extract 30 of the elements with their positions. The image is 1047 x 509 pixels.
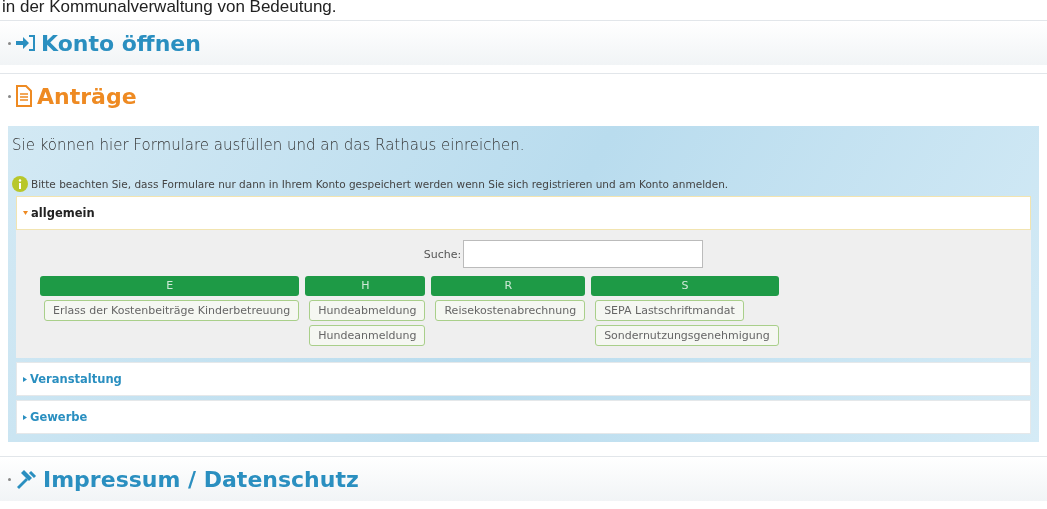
form-button[interactable]: Erlass der Kostenbeiträge Kinderbetreuung	[44, 300, 300, 321]
gavel-icon	[15, 468, 39, 490]
letter-header: E	[40, 276, 300, 296]
info-icon	[12, 176, 28, 192]
category-header[interactable]: Veranstaltung	[16, 362, 1031, 396]
notice-text: Bitte beachten Sie, dass Formulare nur dann in Ihrem Konto gespeichert werden wenn Sie sich registrieren und am Konto anmelden.	[31, 178, 729, 190]
search-field[interactable]	[463, 240, 704, 268]
section-header[interactable]: Konto öffnen	[0, 20, 1047, 65]
letter-header: R	[431, 276, 586, 296]
letter-header: H	[305, 276, 426, 296]
category-header[interactable]: Gewerbe	[16, 400, 1031, 434]
section-header[interactable]: Impressum / Datenschutz	[0, 456, 1047, 501]
bullet-icon	[8, 41, 11, 45]
search-label: Suche:	[423, 247, 462, 261]
intro-text: Sie können hier Formulare ausfüllen und an das Rathaus einreichen.	[12, 136, 526, 154]
body-text: in der Kommunalverwaltung von Bedeutung.	[1, 0, 338, 14]
document-icon	[15, 85, 33, 107]
login-icon	[15, 34, 37, 52]
form-button[interactable]: Reisekostenabrechnung	[435, 300, 586, 321]
caret-icon	[23, 376, 27, 382]
caret-icon	[23, 211, 28, 215]
form-button[interactable]: Hundeanmeldung	[309, 325, 426, 346]
bullet-icon	[8, 477, 11, 481]
letter-header: S	[591, 276, 779, 296]
category-header[interactable]: allgemein	[16, 196, 1031, 230]
bullet-icon	[8, 94, 11, 98]
form-button[interactable]: SEPA Lastschriftmandat	[595, 300, 744, 321]
caret-icon	[23, 414, 27, 420]
form-button[interactable]: Hundeabmeldung	[309, 300, 426, 321]
form-button[interactable]: Sondernutzungsgenehmigung	[595, 325, 779, 346]
